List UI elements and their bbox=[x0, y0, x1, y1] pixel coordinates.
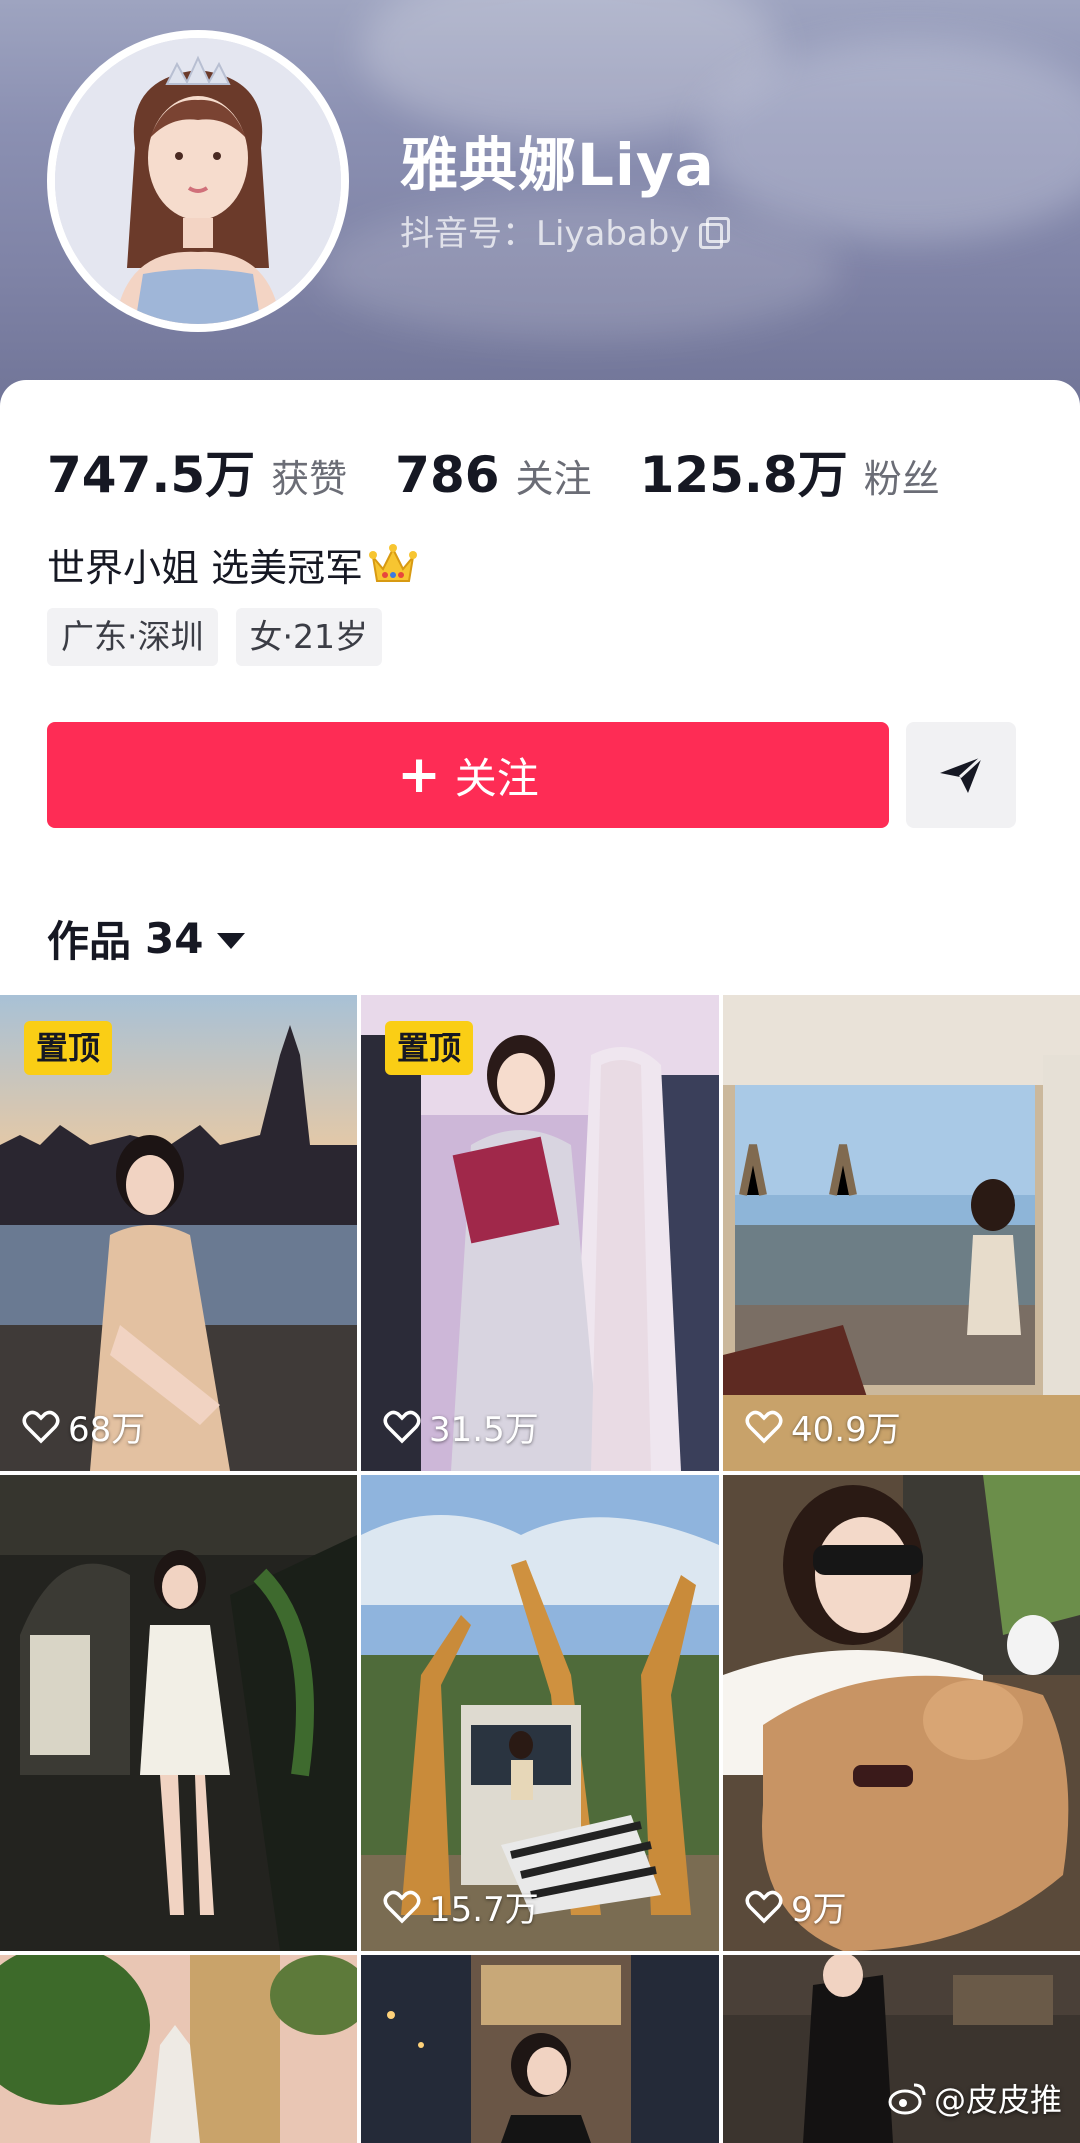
plus-icon: + bbox=[397, 745, 441, 805]
profile-card: 747.5万 获赞 786 关注 125.8万 粉丝 世界小姐 选美冠军 广东·… bbox=[0, 380, 1080, 995]
stat-value: 125.8万 bbox=[639, 446, 848, 504]
crown-icon bbox=[369, 543, 418, 582]
like-count: 68万 bbox=[22, 1402, 145, 1451]
stat-value: 786 bbox=[395, 446, 500, 504]
weibo-icon bbox=[888, 2083, 926, 2115]
share-button[interactable] bbox=[906, 722, 1016, 828]
like-count: 31.5万 bbox=[383, 1402, 539, 1451]
bio: 世界小姐 选美冠军 bbox=[47, 537, 418, 592]
stat-followers[interactable]: 125.8万 粉丝 bbox=[640, 435, 940, 507]
video-thumbnail bbox=[0, 1955, 357, 2143]
copy-icon[interactable] bbox=[699, 216, 731, 249]
send-icon bbox=[940, 755, 984, 793]
video-tile[interactable] bbox=[0, 1475, 357, 1951]
video-tile[interactable]: 置顶 31.5万 bbox=[361, 995, 719, 1471]
stat-label: 获赞 bbox=[271, 457, 348, 501]
heart-icon bbox=[383, 1890, 421, 1923]
works-count: 34 bbox=[145, 914, 204, 963]
video-tile[interactable]: 置顶 68万 bbox=[0, 995, 357, 1471]
stat-label: 关注 bbox=[515, 457, 592, 501]
douyin-id[interactable]: 抖音号：Liyababy bbox=[400, 206, 731, 255]
like-count: 9万 bbox=[745, 1882, 847, 1931]
bio-text: 世界小姐 选美冠军 bbox=[47, 546, 364, 590]
stat-following[interactable]: 786 关注 bbox=[395, 446, 591, 504]
avatar-portrait bbox=[55, 38, 341, 324]
follow-button[interactable]: + 关注 bbox=[47, 722, 889, 828]
like-count-text: 15.7万 bbox=[429, 1890, 539, 1930]
gender-age-tag: 女·21岁 bbox=[235, 608, 382, 666]
video-tile[interactable] bbox=[0, 1955, 357, 2143]
video-thumbnail bbox=[0, 1475, 357, 1951]
like-count: 15.7万 bbox=[383, 1882, 539, 1931]
like-count-text: 9万 bbox=[791, 1890, 847, 1930]
video-thumbnail bbox=[723, 1475, 1080, 1951]
stats-row: 747.5万 获赞 786 关注 125.8万 粉丝 bbox=[47, 435, 988, 507]
avatar[interactable] bbox=[47, 30, 349, 332]
heart-icon bbox=[745, 1890, 783, 1923]
pinned-badge: 置顶 bbox=[24, 1021, 113, 1075]
profile-header: 雅典娜Liya 抖音号：Liyababy bbox=[0, 0, 1080, 420]
heart-icon bbox=[22, 1410, 60, 1443]
stat-likes: 747.5万 获赞 bbox=[47, 435, 347, 507]
location-tag: 广东·深圳 bbox=[47, 608, 218, 666]
douyin-id-text: 抖音号：Liyababy bbox=[400, 214, 690, 254]
follow-label: 关注 bbox=[454, 753, 539, 803]
caret-down-icon bbox=[217, 932, 246, 949]
like-count-text: 31.5万 bbox=[429, 1410, 539, 1450]
heart-icon bbox=[745, 1410, 783, 1443]
like-count-text: 68万 bbox=[68, 1410, 146, 1450]
video-thumbnail bbox=[361, 1955, 719, 2143]
stat-value: 747.5万 bbox=[47, 446, 256, 504]
video-thumbnail bbox=[361, 1475, 719, 1951]
video-tile[interactable]: 40.9万 bbox=[723, 995, 1080, 1471]
watermark-text: @皮皮推 bbox=[933, 2081, 1062, 2119]
stat-label: 粉丝 bbox=[863, 457, 940, 501]
watermark: @皮皮推 bbox=[888, 2075, 1062, 2121]
pinned-badge: 置顶 bbox=[385, 1021, 474, 1075]
video-tile[interactable] bbox=[361, 1955, 719, 2143]
works-tab[interactable]: 作品 34 bbox=[47, 908, 246, 969]
profile-name: 雅典娜Liya bbox=[400, 131, 715, 199]
like-count: 40.9万 bbox=[745, 1402, 901, 1451]
video-tile[interactable]: 15.7万 bbox=[361, 1475, 719, 1951]
video-tile[interactable]: 9万 bbox=[723, 1475, 1080, 1951]
tag-list: 广东·深圳 女·21岁 bbox=[47, 608, 382, 666]
works-label: 作品 bbox=[47, 917, 132, 966]
heart-icon bbox=[383, 1410, 421, 1443]
like-count-text: 40.9万 bbox=[791, 1410, 901, 1450]
video-thumbnail bbox=[723, 995, 1080, 1471]
